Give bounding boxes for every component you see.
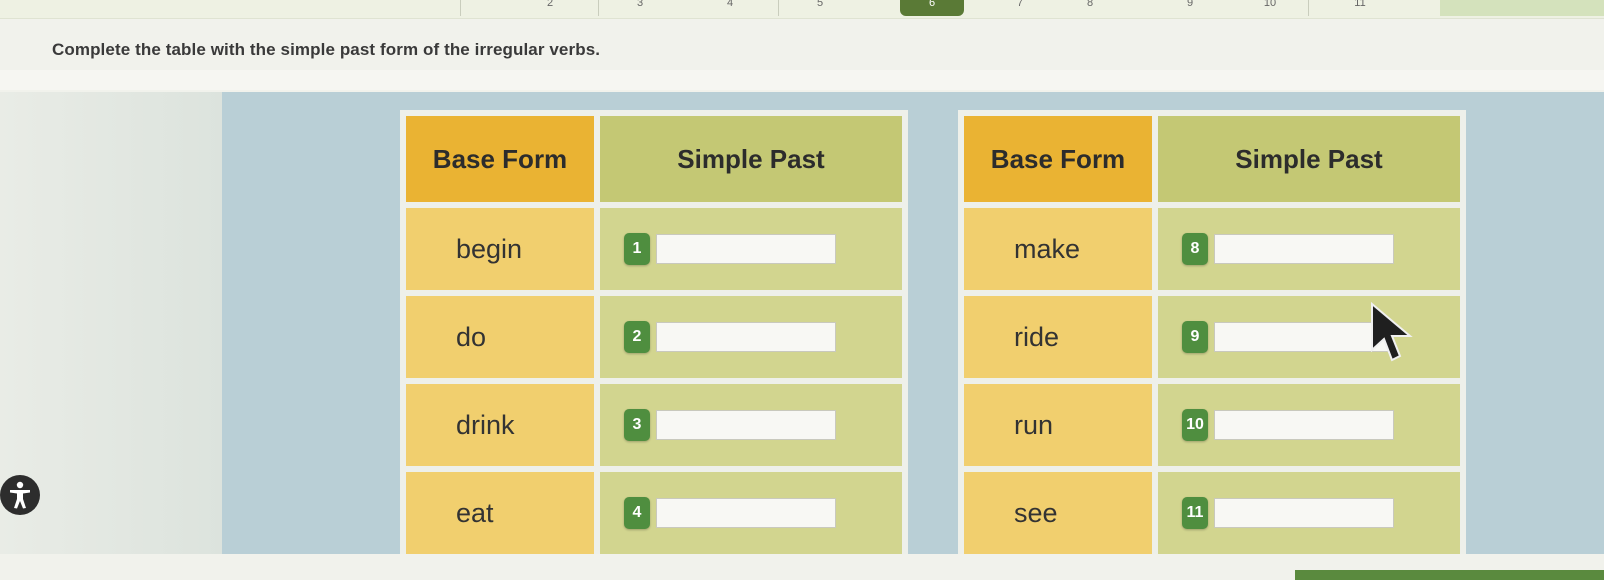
number-badge: 11 [1182,497,1208,529]
answer-cell: 11 [1158,472,1460,554]
header-simple-past: Simple Past [1158,116,1460,202]
mouse-pointer-icon [1371,302,1413,362]
progress-divider [778,0,779,16]
base-form-cell: ride [964,296,1152,378]
progress-divider [1308,0,1309,16]
header-simple-past: Simple Past [600,116,902,202]
progress-step-5[interactable]: 5 [790,0,850,16]
answer-input-4[interactable] [656,498,836,528]
base-form-cell: do [406,296,594,378]
number-badge: 3 [624,409,650,441]
answer-input-1[interactable] [656,234,836,264]
progress-strip: 2 3 4 5 6 7 8 9 10 11 [0,0,1604,19]
answer-cell: 2 [600,296,902,378]
number-badge: 4 [624,497,650,529]
base-form-cell: make [964,208,1152,290]
progress-step-4[interactable]: 4 [700,0,760,16]
table-row: do 2 [406,296,902,378]
answer-input-11[interactable] [1214,498,1394,528]
answer-cell: 1 [600,208,902,290]
progress-step-8[interactable]: 8 [1060,0,1120,16]
header-base-form: Base Form [964,116,1152,202]
table-row: eat 4 [406,472,902,554]
number-badge: 8 [1182,233,1208,265]
answer-cell: 10 [1158,384,1460,466]
answer-cell: 3 [600,384,902,466]
table-header-row: Base Form Simple Past [964,116,1460,202]
table-row: drink 3 [406,384,902,466]
number-badge: 9 [1182,321,1208,353]
number-badge: 10 [1182,409,1208,441]
base-form-cell: begin [406,208,594,290]
table-header-row: Base Form Simple Past [406,116,902,202]
table-row: run 10 [964,384,1460,466]
answer-cell: 8 [1158,208,1460,290]
table-row: begin 1 [406,208,902,290]
header-base-form: Base Form [406,116,594,202]
progress-step-11[interactable]: 11 [1330,0,1390,16]
progress-divider [460,0,461,16]
base-form-cell: drink [406,384,594,466]
progress-step-2[interactable]: 2 [520,0,580,16]
verb-table-left: Base Form Simple Past begin 1 do 2 drink… [400,110,908,554]
answer-input-8[interactable] [1214,234,1394,264]
progress-step-6[interactable]: 6 [900,0,964,16]
answer-input-2[interactable] [656,322,836,352]
progress-step-10[interactable]: 10 [1240,0,1300,16]
bottom-navigation-bar [1295,570,1604,580]
number-badge: 2 [624,321,650,353]
progress-end-block [1440,0,1604,16]
progress-divider [598,0,599,16]
progress-step-7[interactable]: 7 [990,0,1050,16]
progress-step-3[interactable]: 3 [610,0,670,16]
instruction-text: Complete the table with the simple past … [52,40,601,59]
answer-input-3[interactable] [656,410,836,440]
answer-input-9[interactable] [1214,322,1394,352]
number-badge: 1 [624,233,650,265]
progress-step-9[interactable]: 9 [1160,0,1220,16]
accessibility-figure-icon [10,481,30,509]
base-form-cell: eat [406,472,594,554]
base-form-cell: run [964,384,1152,466]
table-row: see 11 [964,472,1460,554]
answer-cell: 4 [600,472,902,554]
divider [0,70,1604,90]
table-row: make 8 [964,208,1460,290]
accessibility-icon[interactable] [0,475,40,515]
base-form-cell: see [964,472,1152,554]
answer-input-10[interactable] [1214,410,1394,440]
